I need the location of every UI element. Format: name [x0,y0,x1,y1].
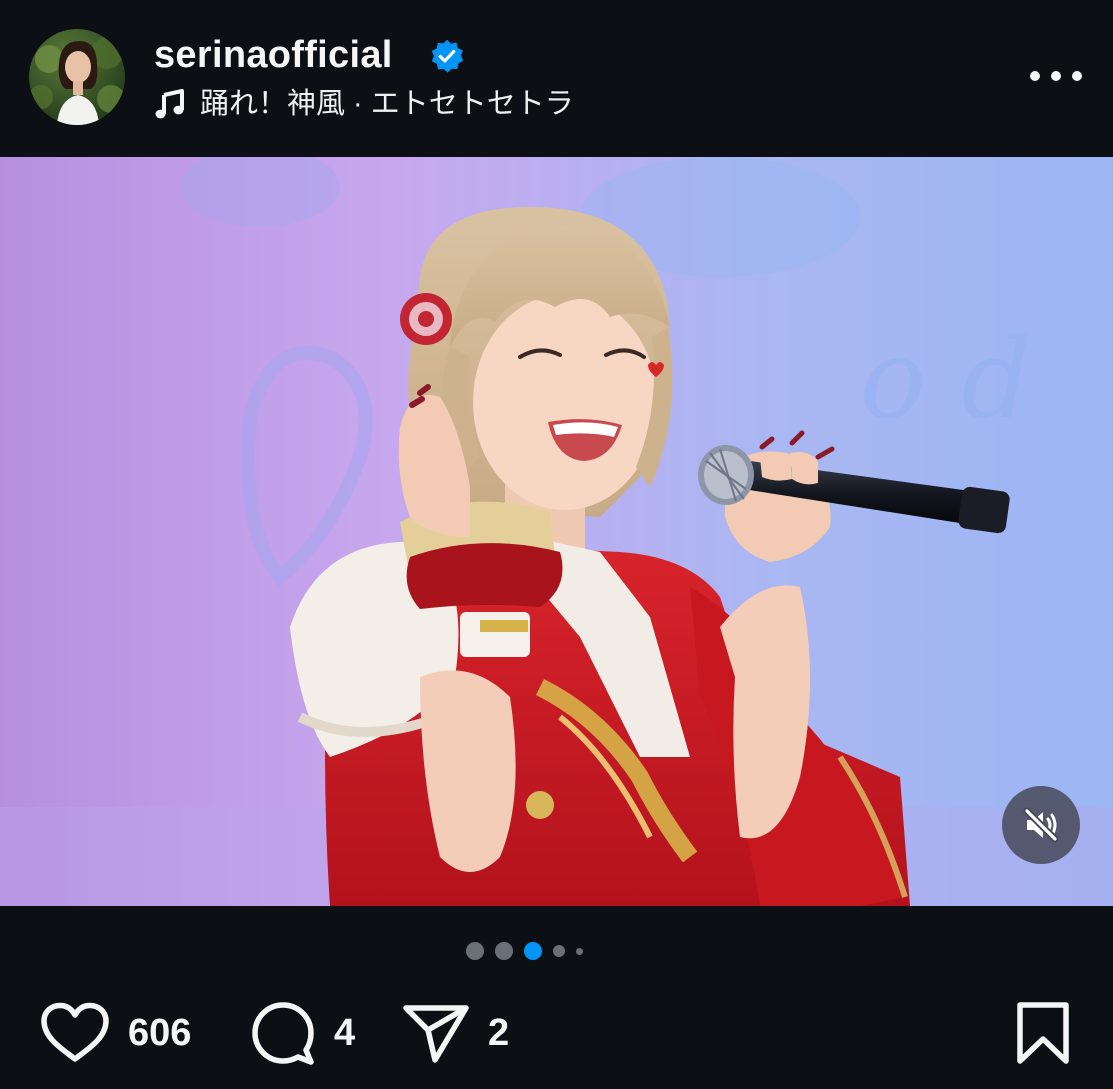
carousel-dot [495,942,513,960]
verified-badge-icon [431,39,464,73]
music-note-icon [155,89,184,119]
save-button[interactable] [1014,996,1072,1070]
share-button[interactable]: 2 [402,996,509,1070]
music-attribution[interactable]: 踊れ！神風 · エトセトセトラ [154,84,574,124]
like-count: 606 [128,1011,192,1054]
instagram-post: serinaofficial 踊れ！神風 · エトセトセトラ o d 606 4… [0,0,1113,1089]
more-dot [1051,71,1061,81]
post-photo: o d [0,157,1113,906]
carousel-dot [553,945,565,957]
share-count: 2 [488,1011,510,1054]
carousel-dot [466,942,484,960]
post-header: serinaofficial 踊れ！神風 · エトセトセトラ [0,0,1113,157]
comment-button[interactable]: 4 [250,996,355,1070]
more-dot [1030,71,1040,81]
carousel-dot-active [524,942,542,960]
mute-button[interactable] [1002,786,1080,864]
action-bar: 606 4 2 [0,996,1113,1070]
comment-bubble-icon [252,1002,314,1065]
carousel-indicator [0,940,1113,962]
svg-text:o d: o d [860,315,1032,443]
heart-icon [41,1002,109,1062]
speaker-muted-icon [1023,807,1059,843]
username[interactable]: serinaofficial [154,33,393,77]
comment-count: 4 [334,1011,356,1054]
more-dot [1072,71,1082,81]
more-options-icon[interactable] [1030,66,1082,86]
carousel-dot [576,947,583,955]
post-media[interactable]: o d [0,157,1113,906]
paper-plane-icon [403,1005,469,1063]
music-title: 踊れ！神風 · エトセトセトラ [200,88,574,120]
like-button[interactable]: 606 [40,996,191,1070]
avatar[interactable] [29,29,125,125]
bookmark-icon [1017,1002,1069,1064]
